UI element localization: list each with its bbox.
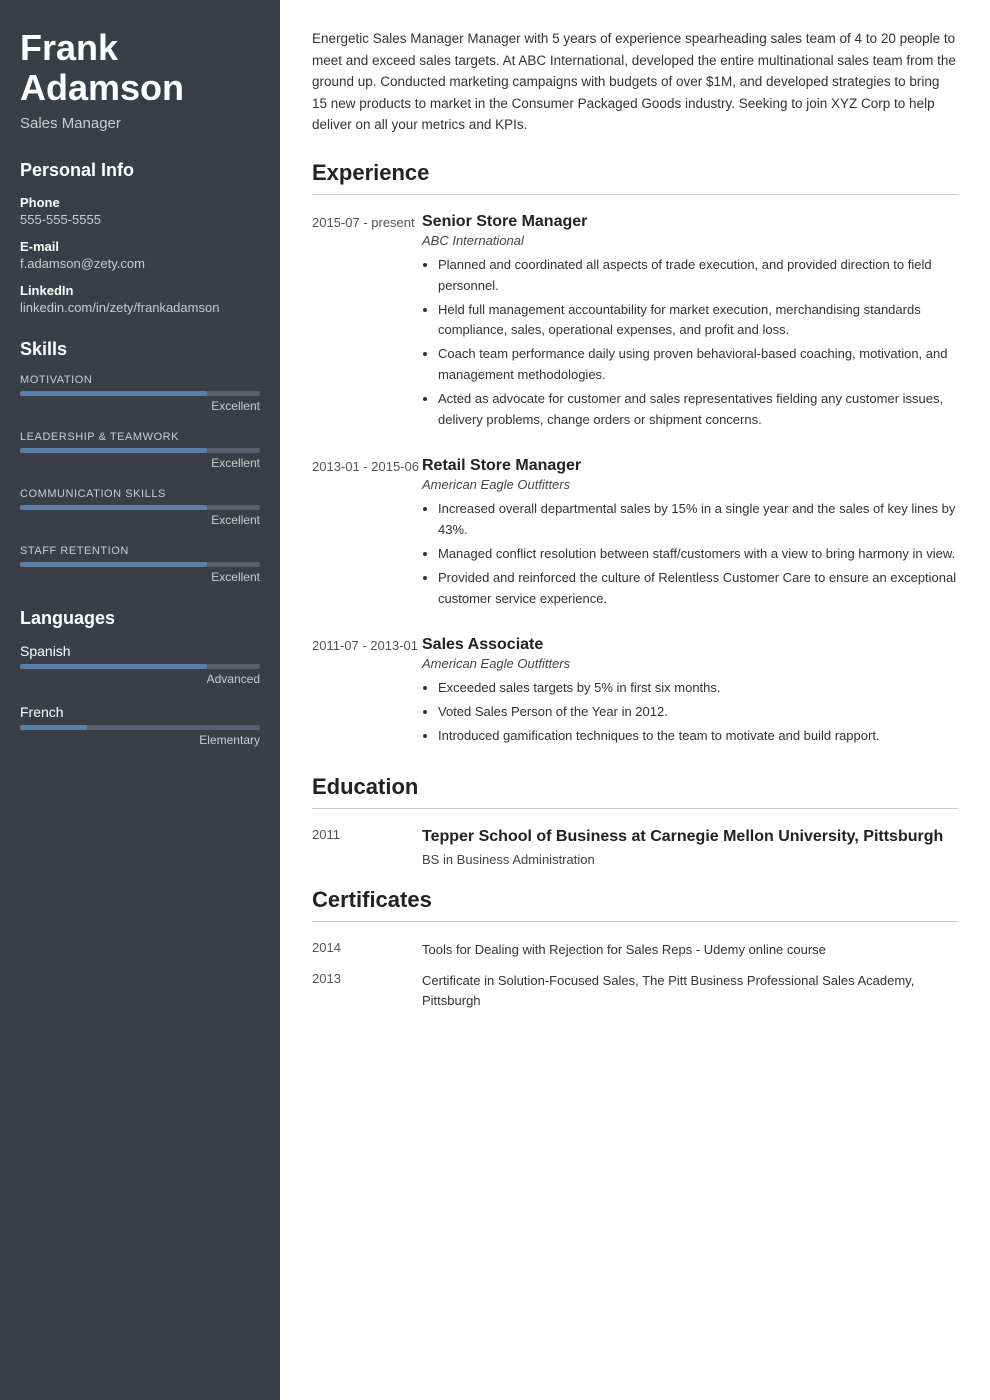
cert-2-year: 2013 (312, 971, 422, 1010)
summary: Energetic Sales Manager Manager with 5 y… (312, 28, 958, 136)
job-1-title: Senior Store Manager (422, 213, 958, 231)
skill-motivation-name: MOTIVATION (20, 374, 260, 386)
job-3-title: Sales Associate (422, 636, 958, 654)
cert-1-year: 2014 (312, 940, 422, 960)
main-content: Energetic Sales Manager Manager with 5 y… (280, 0, 990, 1400)
edu-1: 2011 Tepper School of Business at Carneg… (312, 827, 958, 867)
phone-label: Phone (20, 195, 260, 210)
skill-leadership-name: LEADERSHIP & TEAMWORK (20, 431, 260, 443)
skill-motivation-fill (20, 391, 207, 396)
email-block: E-mail f.adamson@zety.com (20, 239, 260, 271)
personal-info-heading: Personal Info (20, 160, 260, 181)
skill-communication-fill (20, 505, 207, 510)
list-item: Provided and reinforced the culture of R… (438, 568, 958, 610)
job-2-content: Retail Store Manager American Eagle Outf… (422, 457, 958, 612)
job-3-bullets: Exceeded sales targets by 5% in first si… (422, 678, 958, 746)
list-item: Acted as advocate for customer and sales… (438, 389, 958, 431)
edu-1-year: 2011 (312, 827, 422, 867)
list-item: Voted Sales Person of the Year in 2012. (438, 702, 958, 723)
job-title: Sales Manager (20, 115, 260, 132)
skill-communication-rating: Excellent (20, 513, 260, 527)
skill-motivation-bar (20, 391, 260, 396)
edu-1-content: Tepper School of Business at Carnegie Me… (422, 827, 943, 867)
job-2: 2013-01 - 2015-06 Retail Store Manager A… (312, 457, 958, 612)
skill-retention-rating: Excellent (20, 570, 260, 584)
phone-value: 555-555-5555 (20, 212, 260, 227)
job-1-content: Senior Store Manager ABC International P… (422, 213, 958, 433)
certificates-divider (312, 921, 958, 922)
list-item: Planned and coordinated all aspects of t… (438, 255, 958, 297)
job-2-date: 2013-01 - 2015-06 (312, 457, 422, 612)
skill-retention-fill (20, 562, 207, 567)
education-heading: Education (312, 774, 958, 800)
job-1-company: ABC International (422, 233, 958, 248)
email-value: f.adamson@zety.com (20, 256, 260, 271)
list-item: Increased overall departmental sales by … (438, 499, 958, 541)
language-spanish-level: Advanced (20, 672, 260, 686)
language-spanish: Spanish Advanced (20, 643, 260, 686)
language-spanish-name: Spanish (20, 643, 260, 659)
job-3-company: American Eagle Outfitters (422, 656, 958, 671)
skill-leadership-rating: Excellent (20, 456, 260, 470)
skill-leadership: LEADERSHIP & TEAMWORK Excellent (20, 431, 260, 470)
language-french-bar (20, 725, 260, 730)
job-2-bullets: Increased overall departmental sales by … (422, 499, 958, 609)
language-spanish-bar (20, 664, 260, 669)
sidebar: Frank Adamson Sales Manager Personal Inf… (0, 0, 280, 1400)
list-item: Managed conflict resolution between staf… (438, 544, 958, 565)
linkedin-block: LinkedIn linkedin.com/in/zety/frankadams… (20, 283, 260, 315)
experience-heading: Experience (312, 160, 958, 186)
skill-retention: STAFF RETENTION Excellent (20, 545, 260, 584)
language-spanish-fill (20, 664, 207, 669)
list-item: Coach team performance daily using prove… (438, 344, 958, 386)
cert-1: 2014 Tools for Dealing with Rejection fo… (312, 940, 958, 960)
job-1-bullets: Planned and coordinated all aspects of t… (422, 255, 958, 430)
skill-motivation: MOTIVATION Excellent (20, 374, 260, 413)
language-french: French Elementary (20, 704, 260, 747)
certificates-heading: Certificates (312, 887, 958, 913)
full-name: Frank Adamson (20, 28, 260, 107)
edu-1-school: Tepper School of Business at Carnegie Me… (422, 827, 943, 848)
job-3: 2011-07 - 2013-01 Sales Associate Americ… (312, 636, 958, 749)
skill-communication-name: COMMUNICATION SKILLS (20, 488, 260, 500)
job-1: 2015-07 - present Senior Store Manager A… (312, 213, 958, 433)
linkedin-label: LinkedIn (20, 283, 260, 298)
list-item: Exceeded sales targets by 5% in first si… (438, 678, 958, 699)
edu-1-degree: BS in Business Administration (422, 852, 943, 867)
language-french-level: Elementary (20, 733, 260, 747)
experience-divider (312, 194, 958, 195)
skill-leadership-bar (20, 448, 260, 453)
skill-communication: COMMUNICATION SKILLS Excellent (20, 488, 260, 527)
skill-retention-name: STAFF RETENTION (20, 545, 260, 557)
skill-retention-bar (20, 562, 260, 567)
job-2-company: American Eagle Outfitters (422, 477, 958, 492)
job-3-content: Sales Associate American Eagle Outfitter… (422, 636, 958, 749)
education-divider (312, 808, 958, 809)
linkedin-value: linkedin.com/in/zety/frankadamson (20, 300, 260, 315)
cert-2-desc: Certificate in Solution-Focused Sales, T… (422, 971, 958, 1010)
cert-1-desc: Tools for Dealing with Rejection for Sal… (422, 940, 958, 960)
language-french-name: French (20, 704, 260, 720)
skill-leadership-fill (20, 448, 207, 453)
skill-motivation-rating: Excellent (20, 399, 260, 413)
language-french-fill (20, 725, 87, 730)
skill-communication-bar (20, 505, 260, 510)
job-1-date: 2015-07 - present (312, 213, 422, 433)
list-item: Introduced gamification techniques to th… (438, 726, 958, 747)
cert-2: 2013 Certificate in Solution-Focused Sal… (312, 971, 958, 1010)
languages-heading: Languages (20, 608, 260, 629)
skills-heading: Skills (20, 339, 260, 360)
email-label: E-mail (20, 239, 260, 254)
list-item: Held full management accountability for … (438, 300, 958, 342)
phone-block: Phone 555-555-5555 (20, 195, 260, 227)
job-3-date: 2011-07 - 2013-01 (312, 636, 422, 749)
job-2-title: Retail Store Manager (422, 457, 958, 475)
